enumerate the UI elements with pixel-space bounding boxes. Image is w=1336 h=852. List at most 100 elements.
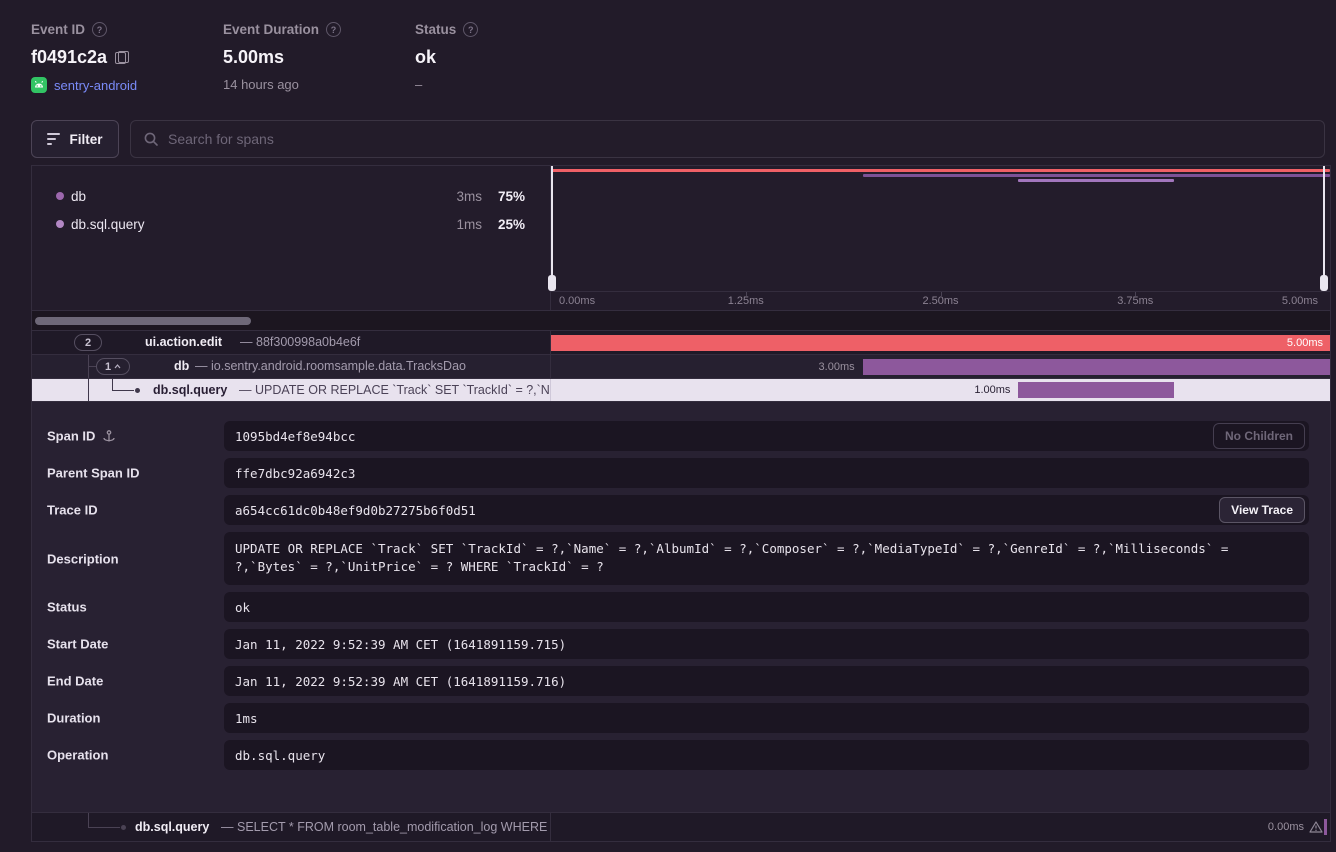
parent-span-id-value: ffe7dbc92a6942c3 <box>235 466 355 481</box>
no-children-badge: No Children <box>1213 423 1305 449</box>
op-duration: 1ms <box>456 217 482 232</box>
tree-connector <box>88 366 96 367</box>
span-row-db-sql-query-selected[interactable]: db.sql.query — UPDATE OR REPLACE `Track`… <box>32 378 1330 401</box>
op-name: db.sql.query <box>71 217 145 232</box>
event-id-label: Event ID <box>31 22 85 37</box>
search-icon <box>143 131 159 147</box>
tree-bullet <box>121 825 126 830</box>
span-desc: io.sentry.android.roomsample.data.Tracks… <box>211 359 466 373</box>
op-percent: 25% <box>489 217 525 232</box>
detail-row-trace-id: Trace ID a654cc61dc0b48ef9d0b27275b6f0d5… <box>32 495 1330 525</box>
android-project-icon <box>31 77 47 93</box>
span-bar[interactable] <box>1324 819 1327 835</box>
duration-value: 1ms <box>235 711 258 726</box>
filter-icon <box>47 133 60 145</box>
status-sub: – <box>415 77 422 92</box>
trace-waterfall-panel: db 3ms 75% db.sql.query 1ms 25% 0.00ms 1… <box>31 165 1331 842</box>
axis-label: 5.00ms <box>1282 295 1318 307</box>
op-color-dot <box>56 192 64 200</box>
tree-connector <box>88 379 89 401</box>
axis-label: 3.75ms <box>1117 295 1153 307</box>
span-duration: 0.00ms <box>1268 821 1304 833</box>
detail-label: Duration <box>47 711 100 726</box>
collapse-toggle-pill[interactable]: 1 <box>96 358 130 375</box>
span-sep: — <box>239 383 252 397</box>
anchor-icon[interactable] <box>102 429 116 443</box>
time-axis: 0.00ms 1.25ms 2.50ms 3.75ms 5.00ms <box>551 291 1330 310</box>
detail-label: Status <box>47 600 87 615</box>
children-count: 1 <box>105 361 111 373</box>
span-bar[interactable] <box>551 335 1330 351</box>
operation-value: db.sql.query <box>235 748 325 763</box>
detail-row-operation: Operation db.sql.query <box>32 740 1330 770</box>
detail-label: Start Date <box>47 637 108 652</box>
detail-row-end-date: End Date Jan 11, 2022 9:52:39 AM CET (16… <box>32 666 1330 696</box>
tree-connector <box>88 813 89 827</box>
minimap-span-line <box>551 169 1330 172</box>
span-sep: — <box>195 359 208 373</box>
help-icon[interactable]: ? <box>92 22 107 37</box>
span-bar[interactable] <box>863 359 1330 375</box>
children-count-pill[interactable]: 2 <box>74 334 102 351</box>
scrollbar-thumb[interactable] <box>35 317 251 325</box>
span-duration: 5.00ms <box>1287 337 1323 349</box>
status-field: Status ? ok – <box>415 22 478 92</box>
span-id-value: 1095bd4ef8e94bcc <box>235 429 355 444</box>
event-duration-value: 5.00ms <box>223 47 284 68</box>
span-sep: — <box>221 820 234 834</box>
span-search-bar <box>130 120 1325 158</box>
span-desc: SELECT * FROM room_table_modification_lo… <box>237 820 550 834</box>
span-op: db <box>174 359 189 373</box>
viewport-handle-left[interactable] <box>551 166 553 291</box>
status-label: Status <box>415 22 456 37</box>
axis-label: 0.00ms <box>559 295 595 307</box>
event-duration-label: Event Duration <box>223 22 319 37</box>
detail-row-duration: Duration 1ms <box>32 703 1330 733</box>
op-percent: 75% <box>489 189 525 204</box>
view-trace-button[interactable]: View Trace <box>1219 497 1305 523</box>
status-detail-value: ok <box>235 600 250 615</box>
help-icon[interactable]: ? <box>326 22 341 37</box>
span-detail-panel: Span ID 1095bd4ef8e94bcc No Children Par… <box>32 401 1330 812</box>
event-time-ago: 14 hours ago <box>223 77 299 92</box>
warning-icon <box>1309 821 1323 834</box>
span-row-ui-action-edit[interactable]: 2 ui.action.edit — 88f300998a0b4e6f 5.00… <box>32 330 1330 354</box>
copy-icon[interactable] <box>115 51 126 64</box>
span-op: db.sql.query <box>153 383 227 397</box>
detail-row-start-date: Start Date Jan 11, 2022 9:52:39 AM CET (… <box>32 629 1330 659</box>
breakdown-row-db-sql-query[interactable]: db.sql.query 1ms 25% <box>32 214 550 234</box>
status-value: ok <box>415 47 436 68</box>
detail-label: Description <box>47 551 119 566</box>
axis-label: 1.25ms <box>728 295 764 307</box>
help-icon[interactable]: ? <box>463 22 478 37</box>
detail-label: Span ID <box>47 429 95 444</box>
detail-row-parent-span-id: Parent Span ID ffe7dbc92a6942c3 <box>32 458 1330 488</box>
span-row-db[interactable]: 1 db — io.sentry.android.roomsample.data… <box>32 354 1330 378</box>
tree-connector <box>88 827 120 828</box>
project-link[interactable]: sentry-android <box>54 78 137 93</box>
tree-bullet <box>135 388 140 393</box>
breakdown-row-db[interactable]: db 3ms 75% <box>32 186 550 206</box>
span-desc: 88f300998a0b4e6f <box>256 335 360 349</box>
op-duration: 3ms <box>456 189 482 204</box>
viewport-handle-right[interactable] <box>1323 166 1325 291</box>
chevron-up-icon <box>114 364 121 369</box>
scrollbar-track[interactable] <box>32 310 1330 330</box>
detail-label: Operation <box>47 748 108 763</box>
span-desc: UPDATE OR REPLACE `Track` SET `TrackId` … <box>255 383 550 397</box>
minimap-span-line <box>1018 179 1174 182</box>
event-duration-field: Event Duration ? 5.00ms 14 hours ago <box>223 22 341 92</box>
start-date-value: Jan 11, 2022 9:52:39 AM CET (1641891159.… <box>235 637 566 652</box>
op-name: db <box>71 189 86 204</box>
search-input[interactable] <box>168 131 1312 147</box>
trace-minimap[interactable] <box>551 166 1330 291</box>
op-color-dot <box>56 220 64 228</box>
span-row-db-sql-query-sibling[interactable]: db.sql.query — SELECT * FROM room_table_… <box>32 812 1330 841</box>
span-sep: — <box>240 335 253 349</box>
trace-id-value: a654cc61dc0b48ef9d0b27275b6f0d51 <box>235 503 476 518</box>
detail-row-span-id: Span ID 1095bd4ef8e94bcc No Children <box>32 421 1330 451</box>
filter-button[interactable]: Filter <box>31 120 119 158</box>
span-bar[interactable] <box>1018 382 1174 398</box>
detail-row-description: Description UPDATE OR REPLACE `Track` SE… <box>32 532 1330 585</box>
axis-label: 2.50ms <box>922 295 958 307</box>
